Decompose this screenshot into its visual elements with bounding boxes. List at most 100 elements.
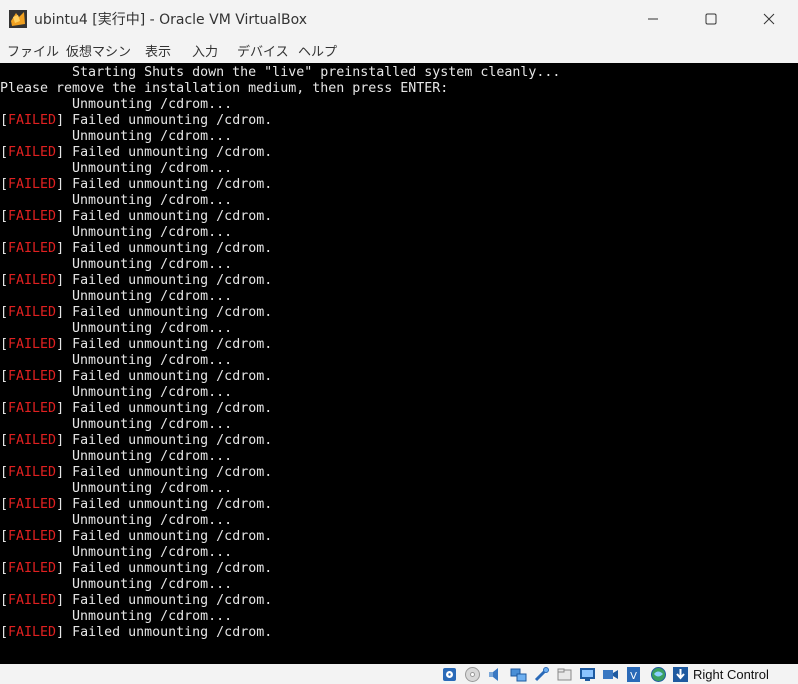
console-unmount-line: Unmounting /cdrom... [0, 289, 233, 304]
failed-tag: FAILED [8, 529, 57, 544]
console-failed-line: [FAILED] Failed unmounting /cdrom. [0, 401, 273, 416]
console-failed-line: [FAILED] Failed unmounting /cdrom. [0, 433, 273, 448]
console-failed-line: [FAILED] Failed unmounting /cdrom. [0, 529, 273, 544]
failed-message: Failed unmounting /cdrom. [64, 337, 273, 352]
maximize-button[interactable] [682, 0, 740, 37]
close-button[interactable] [740, 0, 798, 37]
failed-tag: FAILED [8, 177, 57, 192]
console-failed-line: [FAILED] Failed unmounting /cdrom. [0, 209, 273, 224]
console-unmount-line: Unmounting /cdrom... [0, 513, 233, 528]
failed-tag: FAILED [8, 241, 57, 256]
failed-tag: FAILED [8, 337, 57, 352]
failed-tag: FAILED [8, 433, 57, 448]
console-unmount-line: Unmounting /cdrom... [0, 417, 233, 432]
failed-tag: FAILED [8, 561, 57, 576]
minimize-button[interactable] [624, 0, 682, 37]
window-title: ubintu4 [実行中] - Oracle VM VirtualBox [34, 12, 307, 28]
shared-folder-icon[interactable] [556, 666, 573, 683]
mouse-integration-icon[interactable] [650, 666, 667, 683]
console-unmount-line: Unmounting /cdrom... [0, 385, 233, 400]
failed-message: Failed unmounting /cdrom. [64, 529, 273, 544]
menu-help[interactable]: ヘルプ [298, 41, 337, 60]
failed-tag: FAILED [8, 593, 57, 608]
failed-message: Failed unmounting /cdrom. [64, 177, 273, 192]
failed-tag: FAILED [8, 145, 57, 160]
cpu-icon[interactable]: V [625, 666, 642, 683]
failed-message: Failed unmounting /cdrom. [64, 369, 273, 384]
failed-message: Failed unmounting /cdrom. [64, 497, 273, 512]
console-unmount-line: Unmounting /cdrom... [0, 545, 233, 560]
audio-icon[interactable] [487, 666, 504, 683]
console-unmount-line: Unmounting /cdrom... [0, 321, 233, 336]
optical-drive-icon[interactable] [464, 666, 481, 683]
console-unmount-line: Unmounting /cdrom... [0, 449, 233, 464]
close-icon [763, 13, 775, 24]
console-failed-line: [FAILED] Failed unmounting /cdrom. [0, 177, 273, 192]
vm-console-screen[interactable]: Starting Shuts down the "live" preinstal… [0, 63, 798, 664]
video-capture-icon[interactable] [602, 666, 619, 683]
menu-machine[interactable]: 仮想マシン [66, 41, 131, 60]
host-key-label: Right Control [693, 667, 769, 682]
console-unmount-line: Unmounting /cdrom... [0, 577, 233, 592]
failed-tag: FAILED [8, 401, 57, 416]
console-prompt-line: Please remove the installation medium, t… [0, 81, 449, 96]
failed-message: Failed unmounting /cdrom. [64, 209, 273, 224]
failed-message: Failed unmounting /cdrom. [64, 561, 273, 576]
virtualbox-app-icon [9, 10, 27, 28]
console-failed-line: [FAILED] Failed unmounting /cdrom. [0, 465, 273, 480]
failed-message: Failed unmounting /cdrom. [64, 465, 273, 480]
failed-tag: FAILED [8, 497, 57, 512]
failed-message: Failed unmounting /cdrom. [64, 593, 273, 608]
console-failed-line: [FAILED] Failed unmounting /cdrom. [0, 369, 273, 384]
svg-text:V: V [630, 671, 637, 682]
usb-icon[interactable] [533, 666, 550, 683]
console-unmount-line: Unmounting /cdrom... [0, 225, 233, 240]
menu-view[interactable]: 表示 [145, 41, 171, 60]
failed-message: Failed unmounting /cdrom. [64, 241, 273, 256]
console-failed-line: [FAILED] Failed unmounting /cdrom. [0, 145, 273, 160]
failed-tag: FAILED [8, 625, 57, 640]
console-unmount-line: Unmounting /cdrom... [0, 97, 233, 112]
console-unmount-line: Unmounting /cdrom... [0, 481, 233, 496]
failed-message: Failed unmounting /cdrom. [64, 401, 273, 416]
console-failed-line: [FAILED] Failed unmounting /cdrom. [0, 561, 273, 576]
failed-tag: FAILED [8, 273, 57, 288]
failed-message: Failed unmounting /cdrom. [64, 273, 273, 288]
menu-input[interactable]: 入力 [192, 41, 218, 60]
failed-message: Failed unmounting /cdrom. [64, 433, 273, 448]
title-bar[interactable]: ubintu4 [実行中] - Oracle VM VirtualBox [0, 0, 798, 37]
hard-disk-icon[interactable] [441, 666, 458, 683]
menu-bar: ファイル 仮想マシン 表示 入力 デバイス ヘルプ [0, 37, 798, 63]
console-failed-line: [FAILED] Failed unmounting /cdrom. [0, 625, 273, 640]
failed-message: Failed unmounting /cdrom. [64, 113, 273, 128]
display-icon[interactable] [579, 666, 596, 683]
failed-tag: FAILED [8, 113, 57, 128]
network-icon[interactable] [510, 666, 527, 683]
minimize-icon [648, 18, 658, 19]
console-unmount-line: Unmounting /cdrom... [0, 353, 233, 368]
virtualbox-window: ubintu4 [実行中] - Oracle VM VirtualBox ファイ… [0, 0, 798, 684]
console-starting-line: Starting Shuts down the "live" preinstal… [0, 65, 561, 80]
failed-tag: FAILED [8, 465, 57, 480]
console-unmount-line: Unmounting /cdrom... [0, 129, 233, 144]
console-failed-line: [FAILED] Failed unmounting /cdrom. [0, 273, 273, 288]
menu-devices[interactable]: デバイス [237, 41, 289, 60]
console-failed-line: [FAILED] Failed unmounting /cdrom. [0, 593, 273, 608]
console-failed-line: [FAILED] Failed unmounting /cdrom. [0, 241, 273, 256]
console-unmount-line: Unmounting /cdrom... [0, 609, 233, 624]
console-failed-line: [FAILED] Failed unmounting /cdrom. [0, 305, 273, 320]
failed-message: Failed unmounting /cdrom. [64, 625, 273, 640]
console-unmount-line: Unmounting /cdrom... [0, 161, 233, 176]
failed-message: Failed unmounting /cdrom. [64, 145, 273, 160]
failed-message: Failed unmounting /cdrom. [64, 305, 273, 320]
keyboard-capture-icon[interactable] [672, 666, 689, 683]
status-bar: V Right Control [0, 664, 798, 684]
console-failed-line: [FAILED] Failed unmounting /cdrom. [0, 337, 273, 352]
console-failed-line: [FAILED] Failed unmounting /cdrom. [0, 113, 273, 128]
console-failed-line: [FAILED] Failed unmounting /cdrom. [0, 497, 273, 512]
menu-file[interactable]: ファイル [7, 41, 59, 60]
failed-tag: FAILED [8, 305, 57, 320]
maximize-icon [705, 13, 717, 24]
console-unmount-line: Unmounting /cdrom... [0, 193, 233, 208]
console-unmount-line: Unmounting /cdrom... [0, 257, 233, 272]
